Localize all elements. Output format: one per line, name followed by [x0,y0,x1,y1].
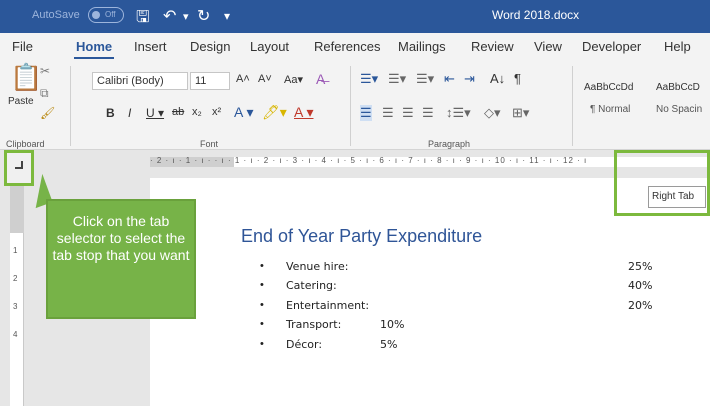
title-bar: AutoSave Off 🖫 ↶ ▾ ↻ ▾ Word 2018.docx [0,0,710,33]
paragraph-group-label: Paragraph [428,139,471,149]
format-painter-icon[interactable]: 🖌 [40,106,55,120]
ruler-ticks: · 2 · ı · 1 · ı · · ı · 1 · ı · 2 · ı · … [150,156,588,165]
vertical-ruler-margin [10,185,24,233]
group-divider [350,66,351,146]
font-size-box[interactable]: 11 [190,72,230,90]
line-spacing-icon[interactable]: ↕☰▾ [446,105,471,121]
show-paragraph-marks-icon[interactable]: ¶ [514,71,521,86]
list-item-value: 25% [628,260,653,273]
autosave-toggle[interactable]: Off [88,7,124,23]
save-icon[interactable]: 🖫 [136,6,150,33]
autosave-label: AutoSave [32,9,80,21]
subscript-icon[interactable]: x₂ [192,106,202,118]
grow-font-icon[interactable]: A˄ [236,73,250,85]
undo-dropdown-icon[interactable]: ▾ [183,10,189,23]
right-tab-tooltip: Right Tab [648,186,706,208]
style-normal-preview[interactable]: AaBbCcDd [584,82,633,93]
tab-design[interactable]: Design [190,39,230,54]
bullets-icon[interactable]: ☰▾ [360,71,378,87]
undo-icon[interactable]: ↶ [163,6,176,26]
document-heading: End of Year Party Expenditure [241,226,483,246]
justify-icon[interactable]: ☰ [422,105,434,121]
center-icon[interactable]: ☰ [382,105,394,121]
copy-icon[interactable]: ⧉ [40,86,49,101]
clipboard-group-label: Clipboard [6,139,45,149]
active-tab-indicator [74,57,114,59]
tab-help[interactable]: Help [664,39,691,54]
list-item-label: Entertainment: [286,299,370,312]
align-left-icon[interactable]: ☰ [360,105,372,121]
vertical-ruler-ticks: 1234 [13,246,18,339]
group-divider [70,66,71,146]
tab-developer[interactable]: Developer [582,39,641,54]
left-tab-icon [15,161,23,169]
tab-home[interactable]: Home [76,39,112,54]
bullet-icon: • [260,279,264,291]
bullet-icon: • [260,299,264,311]
paste-icon[interactable]: 📋 [10,62,42,93]
list-item-label: Catering: [286,279,337,292]
font-name-box[interactable]: Calibri (Body) [92,72,188,90]
style-no-spacing-name: No Spacin [656,104,703,115]
tab-insert[interactable]: Insert [134,39,167,54]
bullet-icon: • [260,318,264,330]
instruction-callout: Click on the tab selector to select the … [46,199,196,319]
font-group-label: Font [200,139,219,149]
borders-icon[interactable]: ⊞▾ [512,105,529,121]
strikethrough-icon[interactable]: ab [172,106,184,118]
multilevel-list-icon[interactable]: ☰▾ [416,71,434,87]
list-item-value: 5% [380,338,398,351]
bullet-icon: • [260,338,264,350]
paste-button[interactable]: Paste [8,96,34,107]
style-normal-name: ¶ Normal [590,104,631,115]
numbering-icon[interactable]: ☰▾ [388,71,406,87]
tab-references[interactable]: References [314,39,380,54]
underline-icon[interactable]: U ▾ [146,106,164,120]
ribbon: 📋 Paste ✂ ⧉ 🖌 Clipboard Calibri (Body) 1… [0,60,710,150]
text-effects-icon[interactable]: A ▾ [234,104,253,121]
bullet-icon: • [260,260,264,272]
list-item-label: Transport: [286,318,342,331]
ribbon-tabs: File Home Insert Design Layout Reference… [0,33,710,60]
tab-layout[interactable]: Layout [250,39,289,54]
increase-indent-icon[interactable]: ⇥ [464,71,475,87]
tab-file[interactable]: File [12,39,33,54]
decrease-indent-icon[interactable]: ⇤ [444,71,455,87]
list-item-label: Venue hire: [286,260,349,273]
group-divider [572,66,573,146]
list-item-value: 10% [380,318,405,331]
list-item-value: 40% [628,279,653,292]
list-item-label: Décor: [286,338,323,351]
sort-icon[interactable]: A↓ [490,71,505,86]
customize-toolbar-icon[interactable]: ▾ [224,9,230,23]
shading-icon[interactable]: ◇▾ [484,105,501,121]
tab-mailings[interactable]: Mailings [398,39,446,54]
align-right-icon[interactable]: ☰ [402,105,414,121]
tab-view[interactable]: View [534,39,562,54]
tab-review[interactable]: Review [471,39,514,54]
style-no-spacing-preview[interactable]: AaBbCcD [656,82,700,93]
autosave-state: Off [105,10,116,19]
font-color-icon[interactable]: A ▾ [294,104,313,121]
bold-icon[interactable]: B [106,106,115,120]
shrink-font-icon[interactable]: A˅ [258,73,272,85]
document-title: Word 2018.docx [492,8,580,22]
list-item-value: 20% [628,299,653,312]
change-case-icon[interactable]: Aa▾ [284,73,303,86]
clear-formatting-icon[interactable]: A̶ [316,71,325,87]
toggle-knob [92,11,100,19]
italic-icon[interactable]: I [128,106,131,120]
cut-icon[interactable]: ✂ [40,64,50,78]
vertical-ruler[interactable]: 1234 [10,185,24,406]
highlight-icon[interactable]: 🖊▾ [262,104,287,121]
redo-icon[interactable]: ↻ [197,6,210,26]
superscript-icon[interactable]: x² [212,106,221,118]
